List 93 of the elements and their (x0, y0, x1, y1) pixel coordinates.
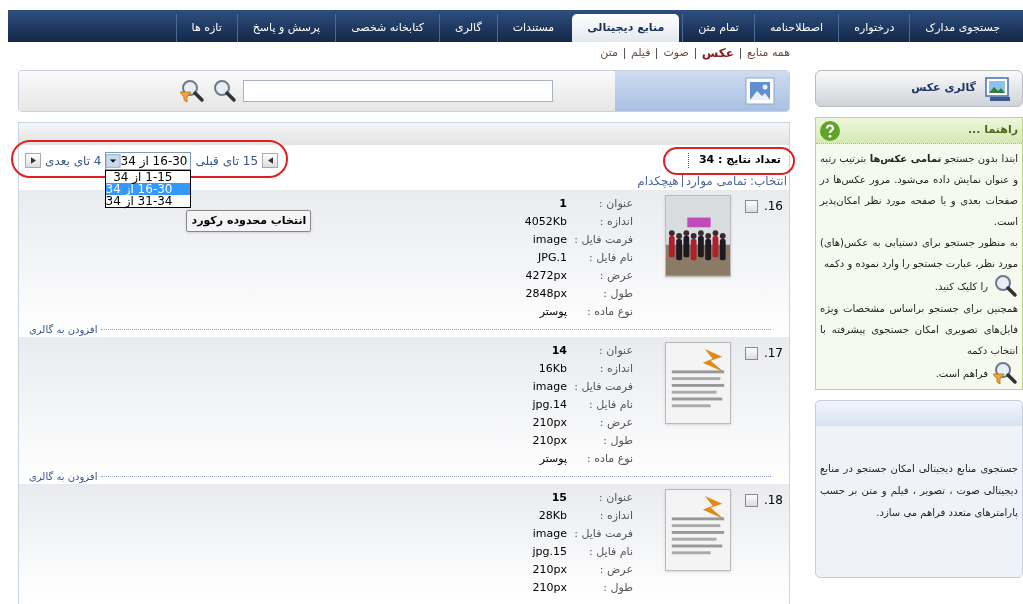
field-value: 210px (531, 414, 567, 431)
previous-page-link[interactable]: 15 تای قبلی (195, 151, 259, 170)
item-number: .16 (763, 198, 783, 215)
field-value: 16Kb (537, 360, 567, 377)
tooltip: انتخاب محدوده رکورد (186, 209, 312, 232)
search-icon[interactable] (992, 274, 1018, 298)
field-value: jpg.15 (531, 543, 567, 560)
help-paragraph: ابتدا بدون جستجو تمامی عکس‌ها بترتیب رتبه و عنوان نمایش داده می‌شود. مرور عکس‌ها در صفحات بعدی و یا صفحه مورد نظر امکان‌پذیر است. (820, 152, 1018, 229)
item-number: .17 (763, 345, 783, 362)
next-page-link[interactable]: 4 تای بعدی (45, 151, 102, 170)
field-label: نام فایل : (588, 396, 634, 413)
info-text: جستجوی منابع دیجیتالی امکان جستجو در منابع دیجیتالی صوت ، تصویر ، فیلم و متن بر حسب پارامترهای متعدد فراهم می سازد. (819, 462, 1019, 521)
item-checkbox[interactable] (744, 199, 758, 213)
field-value: image (531, 231, 567, 248)
advanced-search-icon[interactable] (179, 79, 205, 103)
field-label: عرض : (598, 267, 634, 284)
dropdown-arrow-icon (106, 152, 121, 169)
source-link[interactable]: عکس (701, 44, 734, 62)
field-value: 210px (531, 432, 567, 449)
add-to-gallery-link[interactable]: افزودن به گالری (25, 321, 102, 337)
field-label: اندازه : (598, 360, 634, 377)
field-value: پوستر (538, 450, 567, 467)
field-label: طول : (602, 579, 634, 596)
field-label: فرمت فایل : (573, 378, 634, 395)
field-value: 4272px (524, 267, 567, 284)
item-checkbox[interactable] (744, 493, 758, 507)
field-label: نوع ماده : (586, 303, 634, 320)
select-label: انتخاب: (749, 173, 787, 190)
select-none-link[interactable]: هیچکدام (637, 172, 679, 190)
nav-tab[interactable]: کتابخانه شخصی (335, 14, 440, 42)
field-value: image (531, 378, 567, 395)
item-number: .18 (763, 492, 783, 509)
field-label: طول : (602, 432, 634, 449)
help-title: راهنما ... (967, 122, 1018, 139)
field-label: عنوان : (598, 195, 634, 212)
result-count: تعداد نتایج : 34 (698, 152, 781, 169)
source-link[interactable]: متن (600, 44, 618, 62)
search-icon[interactable] (211, 79, 237, 103)
field-value: 15 (550, 489, 567, 506)
range-option[interactable]: 1-15 از 34 (106, 170, 191, 183)
triangle-left-icon (267, 157, 273, 164)
nav-tab[interactable]: پرسش و پاسخ (236, 14, 336, 42)
field-value: JPG.1 (536, 249, 567, 266)
nav-tab[interactable]: تمام متن (682, 14, 754, 42)
help-paragraph: فراهم است. (935, 366, 988, 382)
add-to-gallery-link[interactable]: افزودن به گالری (25, 468, 102, 484)
field-value: 4052Kb (523, 213, 567, 230)
field-label: اندازه : (598, 507, 634, 524)
photo-gallery-button[interactable]: گالری عکس (815, 70, 1023, 107)
nav-tab[interactable]: گالری (439, 14, 497, 42)
field-label: فرمت فایل : (573, 525, 634, 542)
field-label: عنوان : (598, 342, 634, 359)
nav-tab[interactable]: مستندات (496, 14, 570, 42)
source-link[interactable]: فیلم (630, 44, 651, 62)
help-paragraph: همچنین برای جستجو براساس مشخصات ویژه فایل‌های تصویری امکان جستجوی پیشرفته با انتخاب دکمه (820, 302, 1018, 358)
field-value: 2848px (524, 285, 567, 302)
source-link[interactable]: همه منابع (746, 44, 790, 62)
field-value: 28Kb (537, 507, 567, 524)
advanced-search-icon[interactable] (992, 361, 1018, 385)
field-value: 210px (531, 561, 567, 578)
field-value: image (531, 525, 567, 542)
field-label: طول : (602, 285, 634, 302)
search-field[interactable] (243, 80, 553, 102)
field-label: عرض : (598, 561, 634, 578)
help-icon (820, 120, 840, 141)
field-label: فرمت فایل : (573, 231, 634, 248)
select-all-link[interactable]: تمامی موارد (685, 172, 747, 190)
field-value: jpg.14 (531, 396, 567, 413)
gallery-icon (984, 75, 1012, 102)
field-label: نوع ماده : (586, 450, 634, 467)
help-paragraph: به منظور جستجو برای دستیابی به عکس(های) مورد نظر، عبارت جستجو را وارد نموده و دکمه (820, 236, 1018, 272)
next-page-button[interactable] (25, 153, 41, 168)
nav-tab[interactable]: تازه ها (175, 14, 237, 42)
field-label: نام فایل : (588, 249, 634, 266)
source-link[interactable]: صوت (663, 44, 689, 62)
field-label: نام فایل : (588, 543, 634, 560)
help-paragraph: را کلیک کنید. (934, 279, 988, 294)
field-value: 1 (558, 195, 567, 212)
field-label: اندازه : (598, 213, 634, 230)
field-value: 210px (531, 579, 567, 596)
item-checkbox[interactable] (744, 346, 758, 360)
field-label: عرض : (598, 414, 634, 431)
previous-page-button[interactable] (262, 153, 279, 168)
field-label: عنوان : (598, 489, 634, 506)
range-select[interactable]: 16-30 از 34 (105, 151, 192, 170)
picture-icon (745, 77, 775, 105)
nav-tab[interactable]: درختواره (838, 14, 910, 42)
nav-tab[interactable]: منابع دیجیتالی (572, 14, 680, 42)
nav-tab[interactable]: جستجوی مدارک (909, 14, 1015, 42)
field-value: پوستر (538, 303, 567, 320)
field-value: 14 (550, 342, 567, 359)
triangle-right-icon (30, 157, 36, 164)
nav-tab[interactable]: اصطلاحنامه (753, 14, 839, 42)
